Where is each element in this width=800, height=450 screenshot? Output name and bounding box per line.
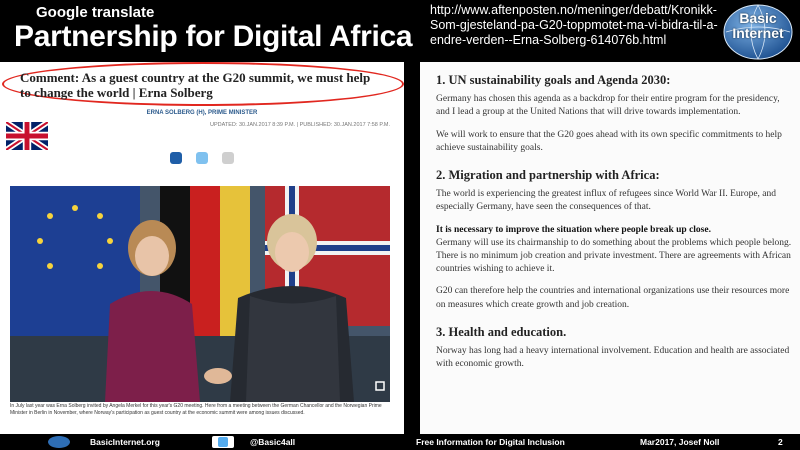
translated-text-panel: 1. UN sustainability goals and Agenda 20…	[420, 62, 800, 434]
section-2-title: 2. Migration and partnership with Africa…	[436, 168, 660, 183]
slide-footer: BasicInternet.org @Basic4all Free Inform…	[0, 434, 800, 450]
twitter-icon[interactable]	[196, 152, 208, 164]
section-1-paragraph: Germany has chosen this agenda as a back…	[436, 94, 780, 118]
footer-site-link[interactable]: BasicInternet.org	[90, 437, 160, 447]
section-1-paragraph: We will work to ensure that the G20 goes…	[436, 129, 782, 153]
photo-caption: In July last year was Erna Solberg invit…	[10, 403, 382, 416]
basic-internet-logo: Basic Internet	[722, 2, 794, 62]
globe-icon	[48, 436, 70, 448]
section-2-paragraph: G20 can therefore help the countries and…	[436, 286, 790, 310]
source-url-link[interactable]: http://www.aftenposten.no/meninger/debat…	[430, 3, 730, 48]
section-2-emphasis: It is necessary to improve the situation…	[436, 224, 711, 235]
section-2-paragraph: The world is experiencing the greatest i…	[436, 189, 777, 213]
google-translate-label: Google translate	[36, 4, 155, 21]
article-screenshot: Comment: As a guest country at the G20 s…	[0, 62, 404, 434]
section-1-title: 1. UN sustainability goals and Agenda 20…	[436, 73, 671, 87]
uk-flag-icon[interactable]	[4, 119, 50, 153]
article-photo	[10, 186, 390, 402]
footer-date-author: Mar2017, Josef Noll	[640, 437, 720, 447]
section-2-body: Germany will use its chairmanship to do …	[436, 237, 792, 275]
section-3-paragraph: Norway has long had a heavy internationa…	[436, 346, 790, 370]
article-author: ERNA SOLBERG (H), PRIME MINISTER	[146, 110, 258, 116]
slide-header: Google translate Partnership for Digital…	[0, 0, 800, 62]
article-headline: Comment: As a guest country at the G20 s…	[20, 70, 371, 100]
email-icon[interactable]	[222, 152, 234, 164]
page-number: 2	[778, 437, 783, 447]
logo-text: Basic Internet	[732, 10, 784, 41]
section-2-paragraph: It is necessary to improve the situation…	[436, 224, 792, 277]
footer-twitter-handle[interactable]: @Basic4all	[250, 437, 295, 447]
footer-tagline: Free Information for Digital Inclusion	[416, 437, 565, 447]
facebook-icon[interactable]	[170, 152, 182, 164]
article-updated: UPDATED: 30.JAN.2017 8:39 P.M. | PUBLISH…	[210, 122, 390, 128]
slide-title: Partnership for Digital Africa	[14, 20, 413, 53]
section-3-title: 3. Health and education.	[436, 324, 567, 339]
twitter-icon	[212, 436, 234, 448]
